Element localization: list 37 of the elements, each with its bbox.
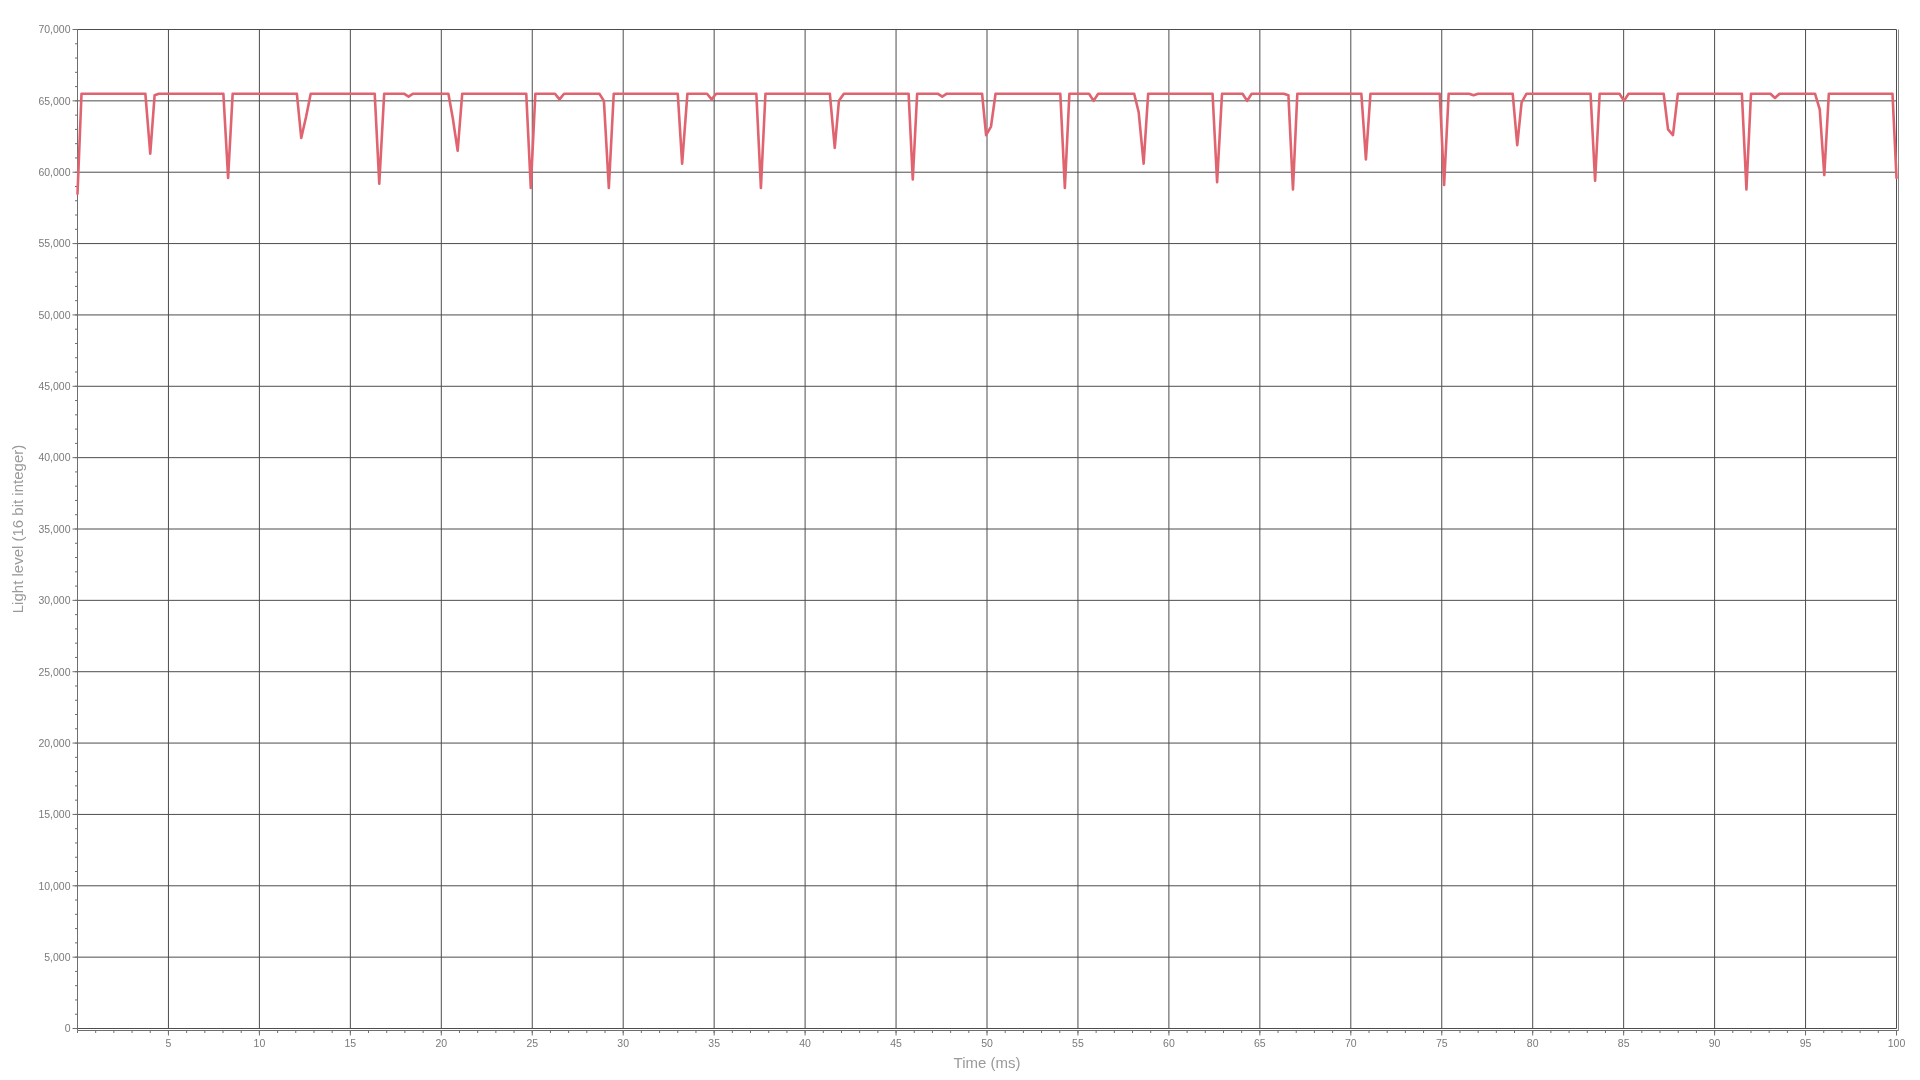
y-tick-label: 10,000	[38, 879, 71, 892]
x-tick-label: 85	[1617, 1036, 1630, 1049]
x-tick-label: 95	[1799, 1036, 1812, 1049]
x-tick-label: 20	[435, 1036, 448, 1049]
y-tick-label: 70,000	[38, 23, 71, 36]
y-tick-label: 50,000	[38, 308, 71, 321]
x-tick-label: 65	[1254, 1036, 1266, 1049]
x-tick-label: 90	[1708, 1036, 1721, 1049]
y-tick-label: 5,000	[44, 950, 71, 963]
x-tick-label: 80	[1526, 1036, 1539, 1049]
x-tick-label: 30	[617, 1036, 630, 1049]
y-tick-label: 60,000	[38, 166, 71, 178]
x-tick-label: 15	[344, 1036, 357, 1049]
x-tick-label: 100	[1887, 1036, 1906, 1049]
x-tick-label: 45	[890, 1036, 902, 1049]
y-tick-label: 40,000	[38, 451, 71, 464]
x-axis-title: Time (ms)	[953, 1053, 1021, 1071]
x-tick-label: 10	[253, 1036, 266, 1049]
y-tick-label: 30,000	[38, 594, 71, 607]
x-tick-label: 55	[1072, 1036, 1084, 1049]
y-axis-title: Light level (16 bit integer)	[9, 444, 26, 614]
y-tick-label: 20,000	[38, 736, 71, 749]
x-tick-label: 25	[526, 1036, 539, 1049]
x-tick-label: 75	[1435, 1036, 1448, 1049]
y-tick-label: 65,000	[38, 94, 71, 107]
x-tick-label: 70	[1344, 1036, 1357, 1049]
y-tick-label: 0	[64, 1022, 71, 1035]
x-tick-label: 50	[981, 1036, 993, 1049]
y-tick-label: 35,000	[38, 522, 71, 535]
y-tick-label: 15,000	[38, 808, 71, 821]
y-tick-label: 55,000	[38, 237, 71, 250]
x-tick-label: 5	[165, 1036, 172, 1049]
x-tick-label: 35	[708, 1036, 720, 1049]
y-tick-label: 45,000	[38, 380, 71, 393]
x-tick-label: 40	[799, 1036, 811, 1049]
x-tick-label: 60	[1163, 1036, 1175, 1049]
y-tick-label: 25,000	[38, 665, 71, 678]
